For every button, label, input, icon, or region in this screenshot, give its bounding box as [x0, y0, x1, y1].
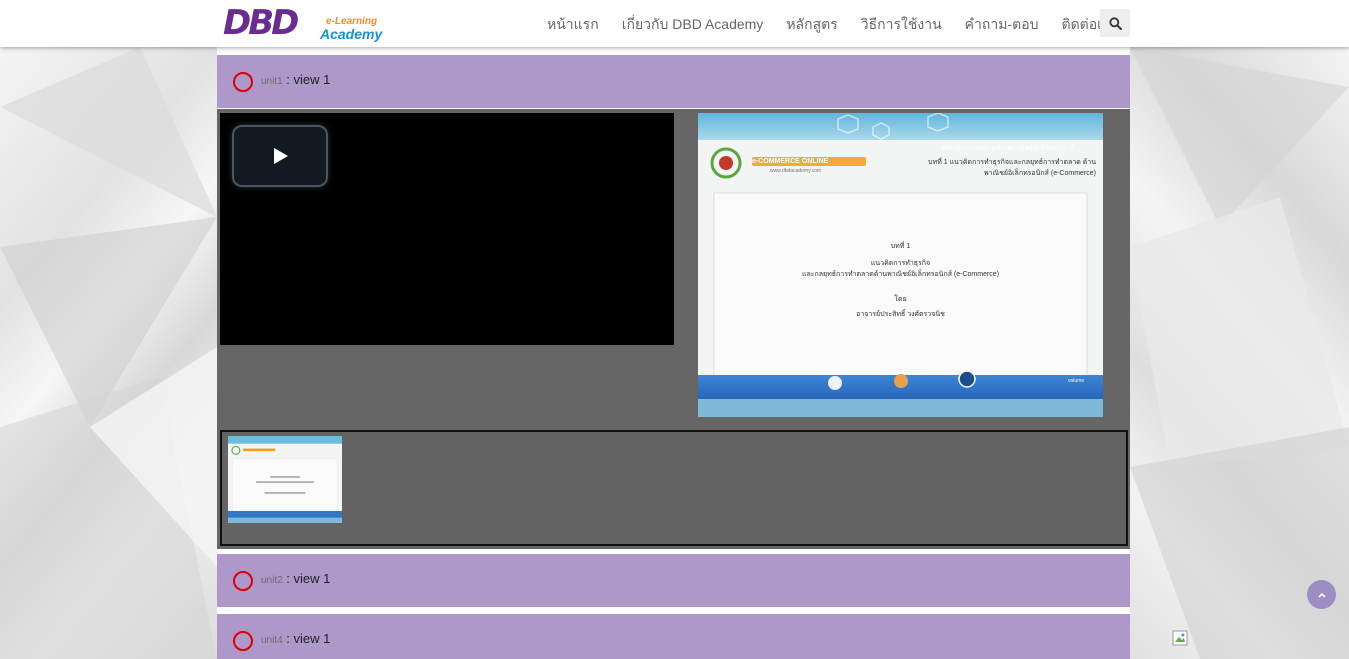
topic-line-2: และกลยุทธ์การทำตลาดด้านพาณิชย์อิเล็กทรอน…: [801, 271, 1000, 278]
play-button[interactable]: [232, 125, 328, 187]
slide-preview[interactable]: หลักสูตรการตลาดด้านพาณิชย์อิเล็กทรอนิกส์…: [698, 113, 1103, 417]
status-circle-icon: [233, 631, 253, 651]
unit-code: unit1: [261, 76, 283, 87]
video-player[interactable]: [220, 113, 674, 345]
unit-title: unit1 : view 1: [261, 72, 330, 87]
site-header: DBD e-Learning Academy หน้าแรก เกี่ยวกับ…: [0, 0, 1349, 47]
background-pattern: [1130, 47, 1349, 659]
author-name: อาจารย์ประสิทธิ์ วงศ์ตรวจนิช: [856, 311, 945, 318]
status-circle-icon: [233, 571, 253, 591]
unit-title: unit4 : view 1: [261, 631, 330, 646]
logo-text-main: DBD: [223, 3, 299, 43]
search-button[interactable]: [1100, 9, 1130, 37]
background-right: [1130, 47, 1349, 659]
main-nav: หน้าแรก เกี่ยวกับ DBD Academy หลักสูตร ว…: [547, 14, 1140, 36]
nav-home[interactable]: หน้าแรก: [547, 14, 599, 36]
nav-how-to[interactable]: วิธีการใช้งาน: [861, 14, 942, 36]
topic-line-1: แนวคิดการทำธุรกิจ: [870, 260, 931, 267]
logo-text-academy: Academy: [320, 26, 383, 42]
unit-code: unit4: [261, 635, 283, 646]
slide-thumbnail[interactable]: [228, 436, 342, 523]
unit-code: unit2: [261, 575, 283, 586]
play-icon: [274, 148, 288, 164]
lesson-number: บทที่ 1: [890, 243, 911, 250]
nav-courses[interactable]: หลักสูตร: [786, 14, 837, 36]
unit-header-1[interactable]: unit1 : view 1: [217, 55, 1130, 108]
unit-title: unit2 : view 1: [261, 571, 330, 586]
chapter-heading: บทที่ 1 แนวคิดการทำธุรกิจและกลยุทธ์การทำ…: [928, 159, 1096, 177]
background-left: [0, 47, 217, 659]
unit-view-label: : view 1: [282, 631, 331, 646]
unit-view-label: : view 1: [282, 72, 331, 87]
chevron-up-icon: [1317, 592, 1326, 598]
search-icon: [1108, 16, 1122, 30]
thumbnail-image: [228, 436, 342, 523]
broken-image-icon: [1172, 630, 1188, 646]
nav-faq[interactable]: คำถาม-ตอบ: [965, 14, 1039, 36]
dbd-academy-logo[interactable]: DBD e-Learning Academy: [223, 3, 383, 45]
unit-header-3[interactable]: unit4 : view 1: [217, 614, 1130, 659]
by-label: โดย: [894, 296, 907, 303]
slide-thumbnail-strip: [220, 430, 1128, 546]
nav-about[interactable]: เกี่ยวกับ DBD Academy: [622, 14, 764, 36]
status-circle-icon: [233, 72, 253, 92]
brand-name: e-COMMERCE ONLINE: [752, 158, 829, 165]
unit-header-2[interactable]: unit2 : view 1: [217, 554, 1130, 607]
scroll-to-top-button[interactable]: [1307, 580, 1336, 609]
volume-label: volume: [1068, 378, 1085, 384]
course-banner: หลักสูตรการตลาดด้านพาณิชย์อิเล็กทรอนิกส์: [941, 145, 1075, 152]
unit-view-label: : view 1: [282, 571, 331, 586]
brand-url: www.dbdacademy.com: [770, 168, 822, 174]
background-pattern: [0, 47, 217, 659]
